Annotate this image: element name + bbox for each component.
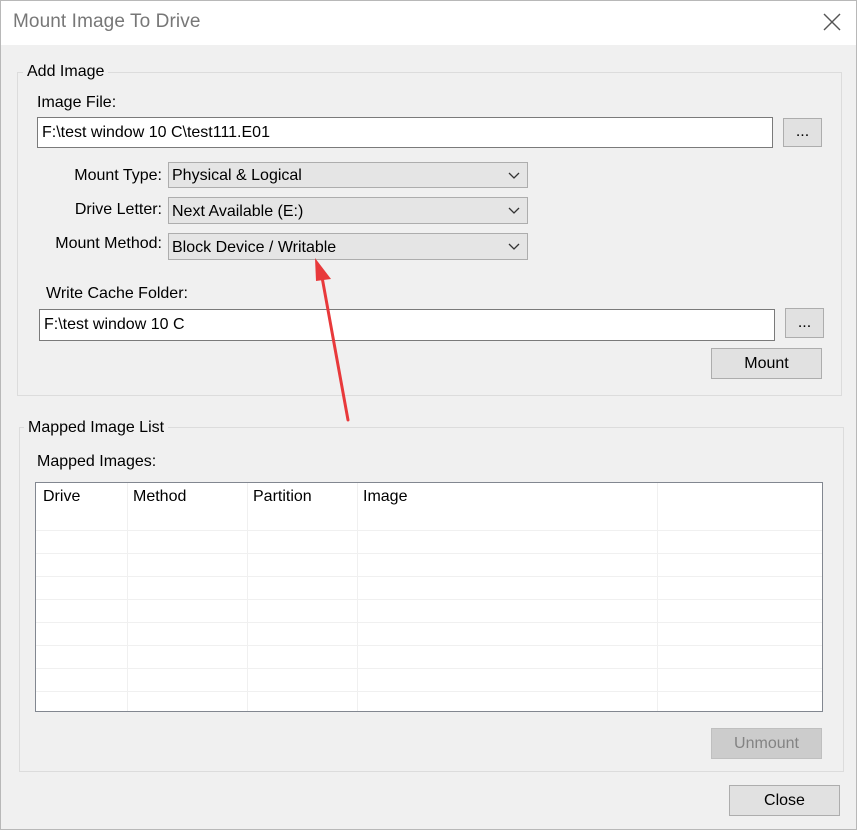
drive-letter-value: Next Available (E:) bbox=[172, 203, 304, 220]
column-header-image[interactable]: Image bbox=[363, 488, 407, 506]
mount-method-label: Mount Method: bbox=[55, 235, 162, 252]
chevron-down-icon bbox=[508, 243, 520, 250]
mount-type-select[interactable]: Physical & Logical bbox=[168, 162, 528, 188]
mount-method-select[interactable]: Block Device / Writable bbox=[168, 233, 528, 260]
image-file-input[interactable] bbox=[37, 117, 773, 148]
write-cache-browse-button[interactable]: ... bbox=[785, 308, 824, 338]
column-divider bbox=[247, 483, 248, 711]
row-divider bbox=[36, 691, 822, 692]
row-divider bbox=[36, 530, 822, 531]
title-bar: Mount Image To Drive bbox=[0, 0, 857, 45]
chevron-down-icon bbox=[508, 207, 520, 214]
mapped-image-group-label: Mapped Image List bbox=[24, 419, 169, 437]
image-file-label: Image File: bbox=[37, 94, 117, 111]
write-cache-input[interactable] bbox=[39, 309, 775, 341]
drive-letter-label: Drive Letter: bbox=[74, 201, 162, 218]
close-button[interactable]: Close bbox=[729, 785, 840, 816]
column-divider bbox=[657, 483, 658, 711]
row-divider bbox=[36, 553, 822, 554]
unmount-button[interactable]: Unmount bbox=[711, 728, 822, 759]
row-divider bbox=[36, 599, 822, 600]
drive-letter-select[interactable]: Next Available (E:) bbox=[168, 197, 528, 224]
column-header-drive[interactable]: Drive bbox=[43, 488, 80, 506]
close-icon bbox=[823, 13, 841, 31]
row-divider bbox=[36, 576, 822, 577]
window-title: Mount Image To Drive bbox=[13, 11, 201, 32]
add-image-group-label: Add Image bbox=[23, 63, 109, 81]
row-divider bbox=[36, 668, 822, 669]
row-divider bbox=[36, 645, 822, 646]
mount-button[interactable]: Mount bbox=[711, 348, 822, 379]
row-divider bbox=[36, 622, 822, 623]
mount-type-value: Physical & Logical bbox=[172, 167, 302, 184]
mapped-images-list[interactable]: Drive Method Partition Image bbox=[35, 482, 823, 712]
mapped-images-label: Mapped Images: bbox=[37, 453, 157, 470]
write-cache-label: Write Cache Folder: bbox=[46, 285, 188, 302]
mount-method-value: Block Device / Writable bbox=[172, 239, 337, 256]
mount-type-label: Mount Type: bbox=[74, 167, 162, 184]
image-file-browse-button[interactable]: ... bbox=[783, 118, 822, 147]
column-divider bbox=[127, 483, 128, 711]
column-header-method[interactable]: Method bbox=[133, 488, 186, 506]
close-window-button[interactable] bbox=[821, 11, 843, 33]
chevron-down-icon bbox=[508, 172, 520, 179]
column-divider bbox=[357, 483, 358, 711]
column-header-partition[interactable]: Partition bbox=[253, 488, 312, 506]
